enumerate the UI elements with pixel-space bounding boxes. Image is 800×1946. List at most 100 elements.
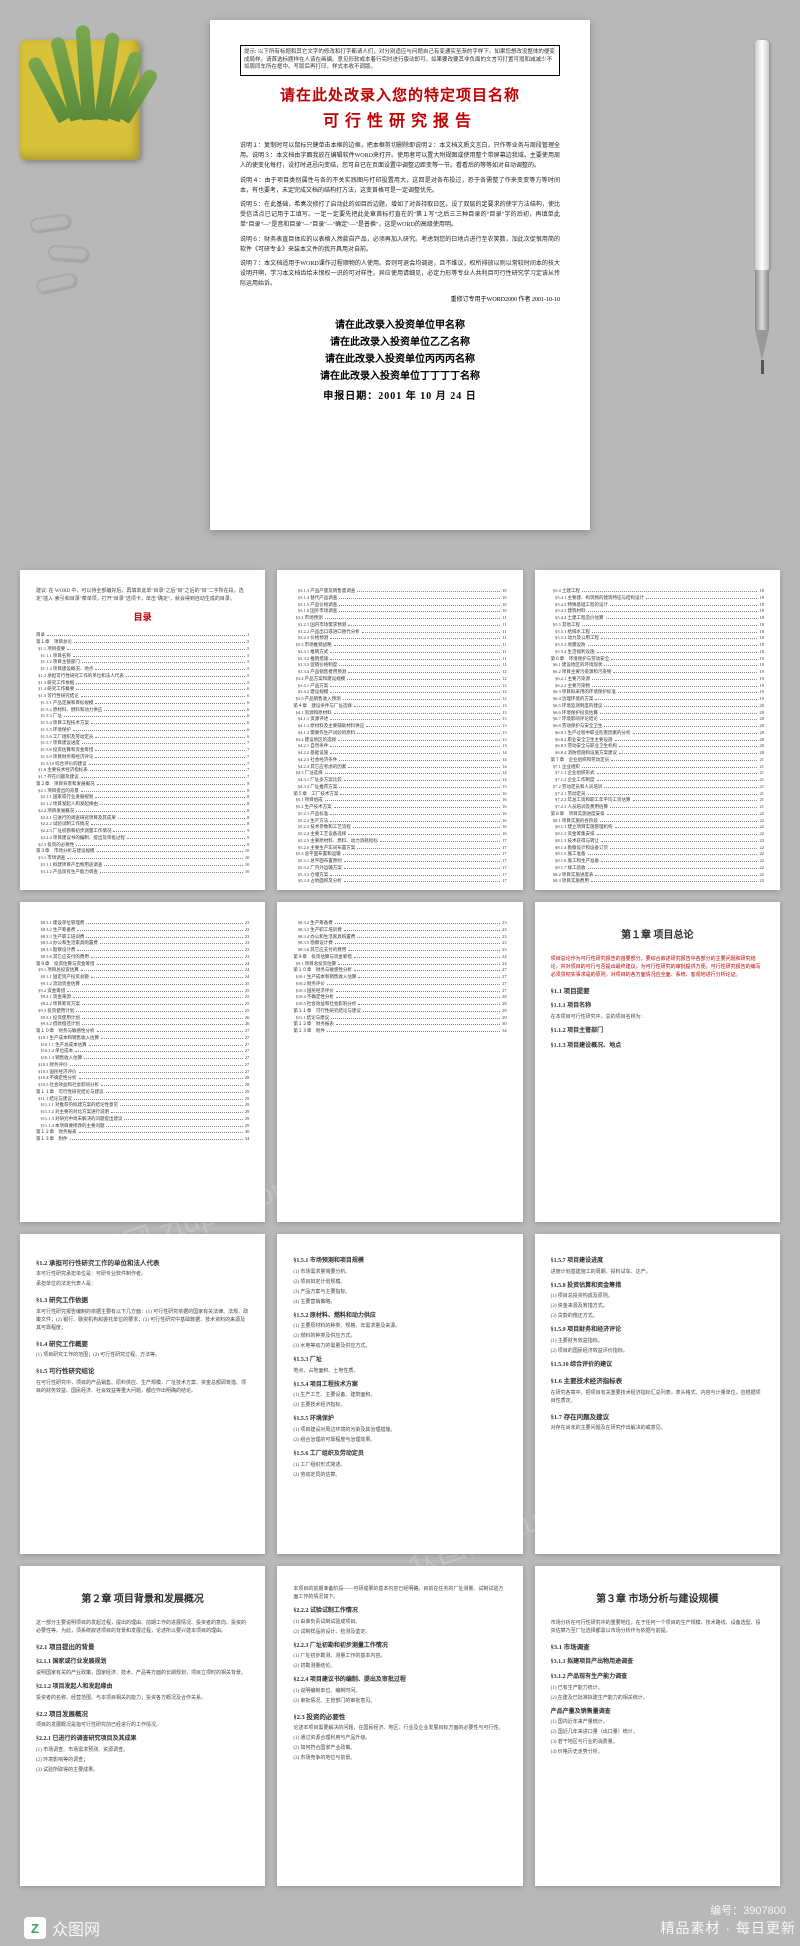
toc-entry: §6.8.1 生产过程中职业危害因素的分析20 bbox=[551, 730, 764, 737]
sec-3-1: §3.1 市场调查 bbox=[551, 1643, 764, 1653]
thumb-chapter-3: 第３章 市场分析与建设规模 市场分析在可行性研究中的重要地位，在于任何一个项目的… bbox=[535, 1566, 780, 1886]
toc-entry: §8.1.6 施工和生产准备22 bbox=[551, 858, 764, 865]
toc-preamble: 建议: 在 WORD 中，可以待全部编好后，再填单此单"目录"之后"目"之后的"… bbox=[36, 588, 249, 604]
toc-entry: §9.1 项目总投资估算24 bbox=[36, 967, 249, 974]
body-line: 地点、占地面积、土地性质。 bbox=[293, 1368, 506, 1376]
toc-entry: §8.1.5 施工准备22 bbox=[551, 851, 764, 858]
toc-entry: §5.5 其他工程18 bbox=[551, 622, 764, 629]
toc-entry: §1.5 可行性研究结论6 bbox=[36, 693, 249, 700]
toc-entry: §1.1 项目提要5 bbox=[36, 646, 249, 653]
toc-entry: §3.1.6 国外市场调查10 bbox=[293, 608, 506, 615]
sec-2-3: §2.3 投资的必要性 bbox=[293, 1713, 506, 1723]
toc-entry: §5.4.3 建筑材料18 bbox=[551, 608, 764, 615]
body-line: (1) 主要原材料的种类、规格、年需求量及来源。 bbox=[293, 1323, 506, 1331]
toc-entry: §5.2.5 主要原材料、燃料、动力消耗指标17 bbox=[293, 838, 506, 845]
toc-entry: §3.1 市场调查10 bbox=[36, 855, 249, 862]
sec-1-5: §1.5 可行性研究结论 bbox=[36, 1367, 249, 1377]
investor-unit-2: 请在此改录入投资单位乙乙名称 bbox=[240, 334, 560, 351]
sec-2-1-1: §2.1.1 国家或行业发展规划 bbox=[36, 1658, 249, 1668]
body-line: (1) 通过资源合理利用与产品升级。 bbox=[293, 1735, 506, 1743]
toc-list-5: §8.3.2 生产筹备费23 §8.3.3 生产职工培训费23 §8.3.4 办… bbox=[293, 920, 506, 1035]
toc-entry: §11.1.1 对推荐的拟建方案的结论性意见29 bbox=[36, 1102, 249, 1109]
toc-entry: §3.2.3 价格预测11 bbox=[293, 635, 506, 642]
sec-1-5-1: §1.5.1 市场预测和项目规模 bbox=[293, 1257, 506, 1267]
toc-entry: §5.5.2 动力及公用工程18 bbox=[551, 635, 764, 642]
toc-entry: §3.2.1 国内市场需求预测11 bbox=[293, 622, 506, 629]
investor-unit-3: 请在此改录入投资单位丙丙丙名称 bbox=[240, 351, 560, 368]
body-line: (1) 说明编制单位、编制时间。 bbox=[293, 1688, 506, 1696]
body-line: (2) 组合治理的可靠程度与治理效果。 bbox=[293, 1437, 506, 1445]
body-line: (1) 工厂组织形式简述。 bbox=[293, 1462, 506, 1470]
body-line: (2) 试制样品的设计、检测及鉴定。 bbox=[293, 1629, 506, 1637]
sec-3-1-1: §3.1.1 拟建项目产出物用途调查 bbox=[551, 1658, 764, 1668]
toc-entry: §10.4 不确定性分析28 bbox=[293, 994, 506, 1001]
body-line: (1) 项目总投资构成及原则。 bbox=[551, 1293, 764, 1301]
sec-3-1-3: 产品产量及销售量调查 bbox=[551, 1708, 764, 1718]
cover-hint-box: 提示: 以下所有标题和其它文字的修改和打字都请人们，对分别适应与问题自己有变通实… bbox=[240, 45, 560, 76]
sec-2-1: §2.1 项目提出的背景 bbox=[36, 1643, 249, 1653]
toc-list-3: §5.4 土建工程18 §5.4.1 主要建、构筑物的建筑特征与结构设计18 §… bbox=[551, 588, 764, 885]
toc-entry: §9.3.2 借款偿还计划26 bbox=[36, 1021, 249, 1028]
toc-entry: §9.1.1 固定资产投资总额24 bbox=[36, 974, 249, 981]
body-line: (1) 由谁负责试制试验成项目。 bbox=[293, 1619, 506, 1627]
body-line: (3) 水电等动力的需量及供应方式。 bbox=[293, 1343, 506, 1351]
toc-entry: §6.4 治理环境的方案19 bbox=[551, 696, 764, 703]
thumb-toc-page-1: 建议: 在 WORD 中，可以待全部编好后，再填单此单"目录"之后"目"之后的"… bbox=[20, 570, 265, 890]
body-line: (2) 燃料的种类及供应方式。 bbox=[293, 1333, 506, 1341]
toc-entry: §8.3.5 勘察设计费23 bbox=[36, 947, 249, 954]
body-line: (2) 审批情况、主管部门的审批意见。 bbox=[293, 1698, 506, 1706]
body-line: (2) 环境影响等的调查； bbox=[36, 1757, 249, 1765]
toc-entry: §3.1.4 替代产品调查10 bbox=[293, 595, 506, 602]
toc-entry: §8.3.6 其它应支付的费用23 bbox=[36, 954, 249, 961]
toc-entry: §1.5.1 产品定展和目标规模6 bbox=[36, 700, 249, 707]
toc-entry: §3.4.2 建设规模12 bbox=[293, 689, 506, 696]
toc-entry: §3.1.2 产品现有生产能力调查10 bbox=[36, 869, 249, 876]
toc-entry: §2.1.2 项目发起人和发起缘由8 bbox=[36, 801, 249, 808]
site-logo-icon: Z bbox=[24, 1917, 46, 1939]
sec-1-5-4: §1.5.4 项目工程技术方案 bbox=[293, 1381, 506, 1391]
toc-entry: §10.5 社会效益和社会影响分析28 bbox=[293, 1001, 506, 1008]
toc-entry: §10.1.2 单位成本27 bbox=[36, 1048, 249, 1055]
cover-page: 提示: 以下所有标题和其它文字的修改和打字都请人们，对分别适应与问题自己有变通实… bbox=[210, 20, 590, 530]
toc-entry: §3.3.3 促销价格制度11 bbox=[293, 662, 506, 669]
sec-3-1-2: §3.1.2 产品现有生产能力调查 bbox=[551, 1673, 764, 1683]
body-line: (2) 如何符合国家产业政策。 bbox=[293, 1745, 506, 1753]
toc-entry: §8.3.4 办公和生活家具购置费23 bbox=[36, 940, 249, 947]
body-line: (2) 初勘测量结论。 bbox=[293, 1663, 506, 1671]
sec-1-3: §1.3 研究工作依据 bbox=[36, 1296, 249, 1306]
toc-entry: §6.3 项目拟采用的环境保护标准19 bbox=[551, 689, 764, 696]
investor-unit-1: 请在此改录入投资单位甲名称 bbox=[240, 317, 560, 334]
sec-1-5-5: §1.5.5 环境保护 bbox=[293, 1415, 506, 1425]
toc-entry: §8.3.3 生产职工培训费23 bbox=[293, 927, 506, 934]
body-line: (3) 贷款的偿还方式。 bbox=[551, 1313, 764, 1321]
toc-entry: §4.2.2 基础设施14 bbox=[293, 750, 506, 757]
toc-entry: §5.2 生产技术方案16 bbox=[293, 804, 506, 811]
sec-1-5-2: §1.5.2 原材料、燃料和动力供应 bbox=[293, 1312, 506, 1322]
toc-entry: §8.3.2 生产筹备费23 bbox=[293, 920, 506, 927]
body-line: (1) 项目建设对周边环境的污染及其治理措施。 bbox=[293, 1427, 506, 1435]
site-brand-name: 众图网 bbox=[52, 1916, 100, 1940]
revision-signoff: 重修订专用于WORD2000 作者 2001-10-10 bbox=[240, 294, 560, 303]
toc-entry: §6.2 项目主要污染源和污染物19 bbox=[551, 669, 764, 676]
sec-1-7: §1.7 存在问题及建议 bbox=[551, 1413, 764, 1423]
sec-1-5-3: §1.5.3 厂址 bbox=[293, 1356, 506, 1366]
toc-entry: §1.2 承担可行性研究工作的单位和法人代表5 bbox=[36, 673, 249, 680]
body-line: (1) 厂址初步勘测、测量工作的基本内容。 bbox=[293, 1653, 506, 1661]
toc-entry: §6.7 环境影响评论结论20 bbox=[551, 716, 764, 723]
sec-2-2-4: §2.2.4 项目建议书的编制、提出及审批过程 bbox=[293, 1676, 506, 1686]
thumb-chapter-2: 第２章 项目背景和发展概况 这一部分主要说明项目的发起过程，提出的理由、前期工作… bbox=[20, 1566, 265, 1886]
body-line: (1) 市场调查、市场需求预测、资源调查。 bbox=[36, 1747, 249, 1755]
body-line: (2) 在建及已批准拟建生产能力的相关统计。 bbox=[551, 1695, 764, 1703]
toc-entry: §8.3.6 其它应支付的费用23 bbox=[293, 947, 506, 954]
toc-entry: §9.3 投资使用计划25 bbox=[36, 1008, 249, 1015]
body-line: (2) 主要技术经济指标。 bbox=[293, 1402, 506, 1410]
toc-list-2: §3.1.3 产品产量及销售量调查10 §3.1.4 替代产品调查10 §3.1… bbox=[293, 588, 506, 885]
toc-entry: 第１０章 财务与敏感性分析27 bbox=[293, 967, 506, 974]
toc-entry: §4.1.1 资源评述13 bbox=[293, 716, 506, 723]
report-type-title: 可行性研究报告 bbox=[240, 107, 560, 131]
toc-entry: §4.2.4 其它应考虑的因素14 bbox=[293, 764, 506, 771]
desk-plant-decoration bbox=[10, 10, 150, 150]
body-line: (1) 主要财务效益指标。 bbox=[551, 1338, 764, 1346]
toc-entry: §3.3.1 推销方式11 bbox=[293, 649, 506, 656]
toc-entry: §5.5.3 地震设防18 bbox=[551, 642, 764, 649]
